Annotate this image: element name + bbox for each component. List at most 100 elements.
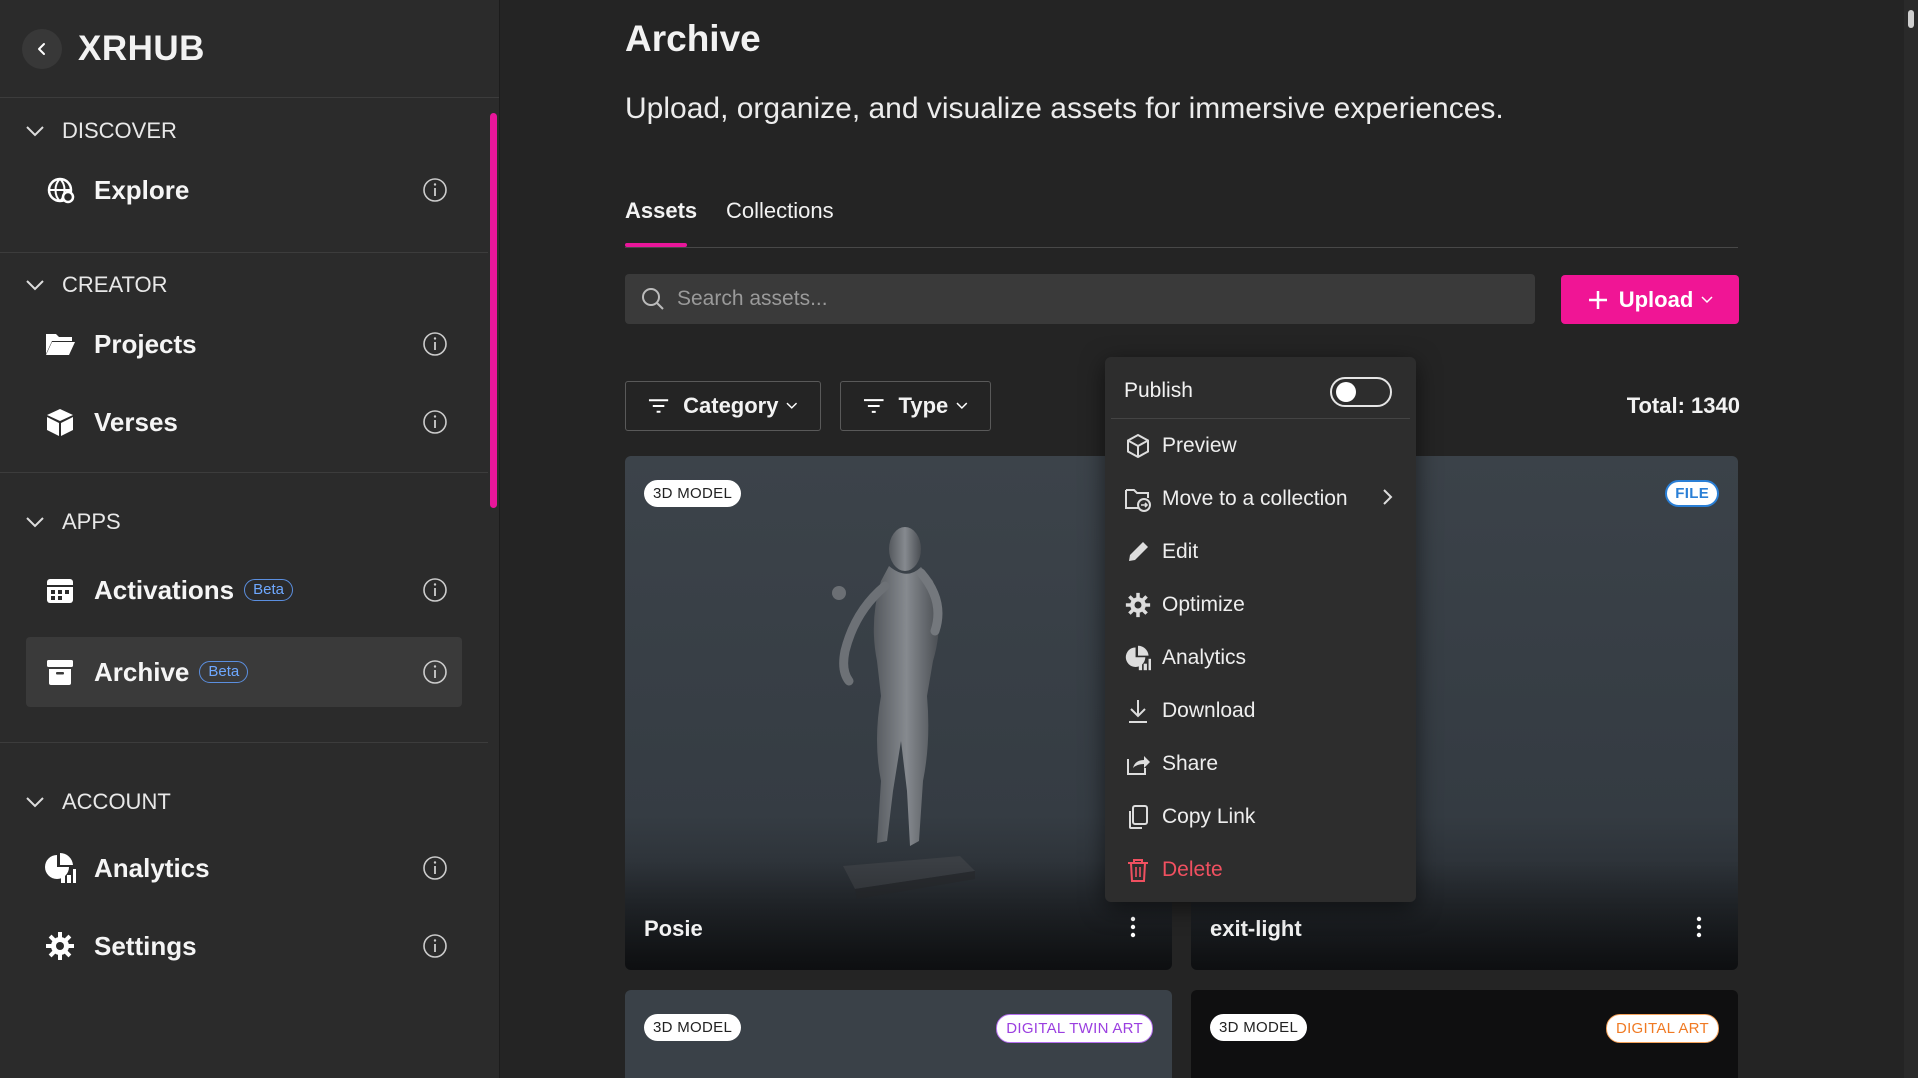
sidebar-scrollbar-thumb[interactable] bbox=[490, 113, 497, 508]
sidebar-header: XRHUB bbox=[0, 0, 499, 98]
beta-badge: Beta bbox=[244, 579, 294, 601]
tab-collections[interactable]: Collections bbox=[726, 198, 834, 224]
menu-item-label: Edit bbox=[1162, 539, 1199, 563]
sidebar: XRHUB DISCOVER Explore CREATOR Projects … bbox=[0, 0, 500, 1078]
menu-item-optimize[interactable]: Optimize bbox=[1105, 578, 1416, 631]
active-tab-indicator bbox=[625, 243, 687, 247]
sidebar-item-label: Projects bbox=[94, 328, 197, 359]
search-icon bbox=[642, 288, 664, 310]
sidebar-nav: DISCOVER Explore CREATOR Projects Verses… bbox=[0, 99, 488, 1078]
menu-item-edit[interactable]: Edit bbox=[1105, 525, 1416, 578]
sidebar-item-settings[interactable]: Settings bbox=[26, 911, 462, 981]
upload-button-label: Upload bbox=[1618, 286, 1694, 312]
chevron-down-icon bbox=[26, 797, 44, 808]
menu-item-preview[interactable]: Preview bbox=[1105, 419, 1416, 472]
move-folder-icon bbox=[1124, 485, 1152, 513]
asset-context-menu: Publish Preview Move to a collection Edi… bbox=[1105, 357, 1416, 902]
type-filter-button[interactable]: Type bbox=[840, 381, 991, 431]
menu-item-share[interactable]: Share bbox=[1105, 737, 1416, 790]
section-account: ACCOUNT Analytics Settings bbox=[0, 743, 488, 981]
gear-icon bbox=[1124, 591, 1152, 619]
info-icon[interactable] bbox=[422, 177, 448, 203]
tab-bar: Assets Collections bbox=[625, 198, 1738, 248]
search-input[interactable] bbox=[677, 287, 1497, 311]
menu-item-label: Preview bbox=[1162, 433, 1237, 457]
section-title: APPS bbox=[62, 509, 121, 534]
section-discover: DISCOVER Explore bbox=[0, 99, 488, 253]
folder-icon bbox=[42, 326, 78, 362]
more-options-icon[interactable] bbox=[1130, 916, 1136, 938]
search-bar bbox=[625, 274, 1535, 324]
chevron-down-icon bbox=[1701, 295, 1713, 303]
info-icon[interactable] bbox=[422, 409, 448, 435]
sidebar-item-label: Analytics bbox=[94, 852, 210, 883]
window-scrollbar-thumb[interactable] bbox=[1908, 10, 1914, 28]
type-badge: 3D MODEL bbox=[1210, 1014, 1308, 1041]
cube-icon bbox=[42, 404, 78, 440]
info-icon[interactable] bbox=[422, 331, 448, 357]
sidebar-item-analytics[interactable]: Analytics bbox=[26, 833, 462, 903]
menu-item-copy-link[interactable]: Copy Link bbox=[1105, 790, 1416, 843]
chevron-down-icon bbox=[26, 517, 44, 528]
asset-card[interactable]: 3D MODEL Posie bbox=[625, 456, 1172, 970]
brand-logo-text: XRHUB bbox=[78, 28, 205, 68]
plus-icon bbox=[1588, 290, 1607, 309]
asset-card[interactable]: 3D MODEL DIGITAL TWIN ART bbox=[625, 990, 1172, 1078]
analytics-icon bbox=[42, 850, 78, 886]
section-header-discover[interactable]: DISCOVER bbox=[26, 99, 462, 163]
menu-item-label: Optimize bbox=[1162, 592, 1245, 616]
section-title: CREATOR bbox=[62, 272, 168, 297]
menu-item-label: Move to a collection bbox=[1162, 486, 1348, 510]
gear-icon bbox=[42, 928, 78, 964]
menu-item-label: Analytics bbox=[1162, 645, 1247, 669]
type-badge: 3D MODEL bbox=[644, 480, 742, 507]
type-filter-label: Type bbox=[898, 393, 949, 418]
sidebar-item-archive[interactable]: Archive Beta bbox=[26, 637, 462, 707]
menu-item-label: Delete bbox=[1162, 857, 1223, 881]
menu-item-label: Share bbox=[1162, 751, 1219, 775]
sidebar-scrollbar[interactable] bbox=[488, 99, 500, 1078]
chevron-down-icon bbox=[26, 126, 44, 137]
sidebar-item-label: Settings bbox=[94, 930, 197, 961]
card-title: exit-light bbox=[1210, 916, 1302, 941]
info-icon[interactable] bbox=[422, 577, 448, 603]
upload-button[interactable]: Upload bbox=[1561, 275, 1739, 324]
section-header-creator[interactable]: CREATOR bbox=[26, 253, 462, 317]
beta-badge: Beta bbox=[199, 661, 249, 683]
sidebar-item-projects[interactable]: Projects bbox=[26, 309, 462, 379]
filter-icon bbox=[863, 399, 884, 413]
sidebar-item-verses[interactable]: Verses bbox=[26, 387, 462, 457]
menu-item-label: Download bbox=[1162, 698, 1256, 722]
section-apps: APPS Activations Beta Archive Beta bbox=[0, 473, 488, 743]
sidebar-item-activations[interactable]: Activations Beta bbox=[26, 555, 462, 625]
chevron-right-icon bbox=[1383, 489, 1393, 505]
publish-toggle[interactable] bbox=[1330, 377, 1392, 407]
info-icon[interactable] bbox=[422, 933, 448, 959]
tab-assets[interactable]: Assets bbox=[625, 198, 697, 224]
copy-icon bbox=[1124, 803, 1152, 831]
info-icon[interactable] bbox=[422, 855, 448, 881]
toggle-knob bbox=[1336, 382, 1356, 402]
info-icon[interactable] bbox=[422, 659, 448, 685]
more-options-icon[interactable] bbox=[1696, 916, 1702, 938]
share-icon bbox=[1124, 750, 1152, 778]
category-filter-button[interactable]: Category bbox=[625, 381, 821, 431]
statue-thumbnail bbox=[832, 527, 975, 899]
category-filter-label: Category bbox=[683, 393, 779, 418]
menu-item-delete[interactable]: Delete bbox=[1105, 843, 1416, 896]
chevron-down-icon bbox=[786, 402, 798, 409]
menu-item-move-to-collection[interactable]: Move to a collection bbox=[1105, 472, 1416, 525]
sidebar-item-label: Explore bbox=[94, 174, 190, 205]
pencil-icon bbox=[1124, 538, 1152, 566]
download-icon bbox=[1124, 697, 1152, 725]
menu-item-analytics[interactable]: Analytics bbox=[1105, 631, 1416, 684]
back-button[interactable] bbox=[22, 28, 62, 69]
page-subtitle: Upload, organize, and visualize assets f… bbox=[625, 92, 1504, 125]
asset-card[interactable]: 3D MODEL DIGITAL ART bbox=[1191, 990, 1738, 1078]
card-shade bbox=[625, 860, 1172, 970]
sidebar-item-label: Verses bbox=[94, 406, 178, 437]
window-scrollbar[interactable] bbox=[1904, 0, 1918, 1078]
sidebar-item-explore[interactable]: Explore bbox=[26, 155, 462, 225]
menu-item-download[interactable]: Download bbox=[1105, 684, 1416, 737]
section-creator: CREATOR Projects Verses bbox=[0, 253, 488, 473]
